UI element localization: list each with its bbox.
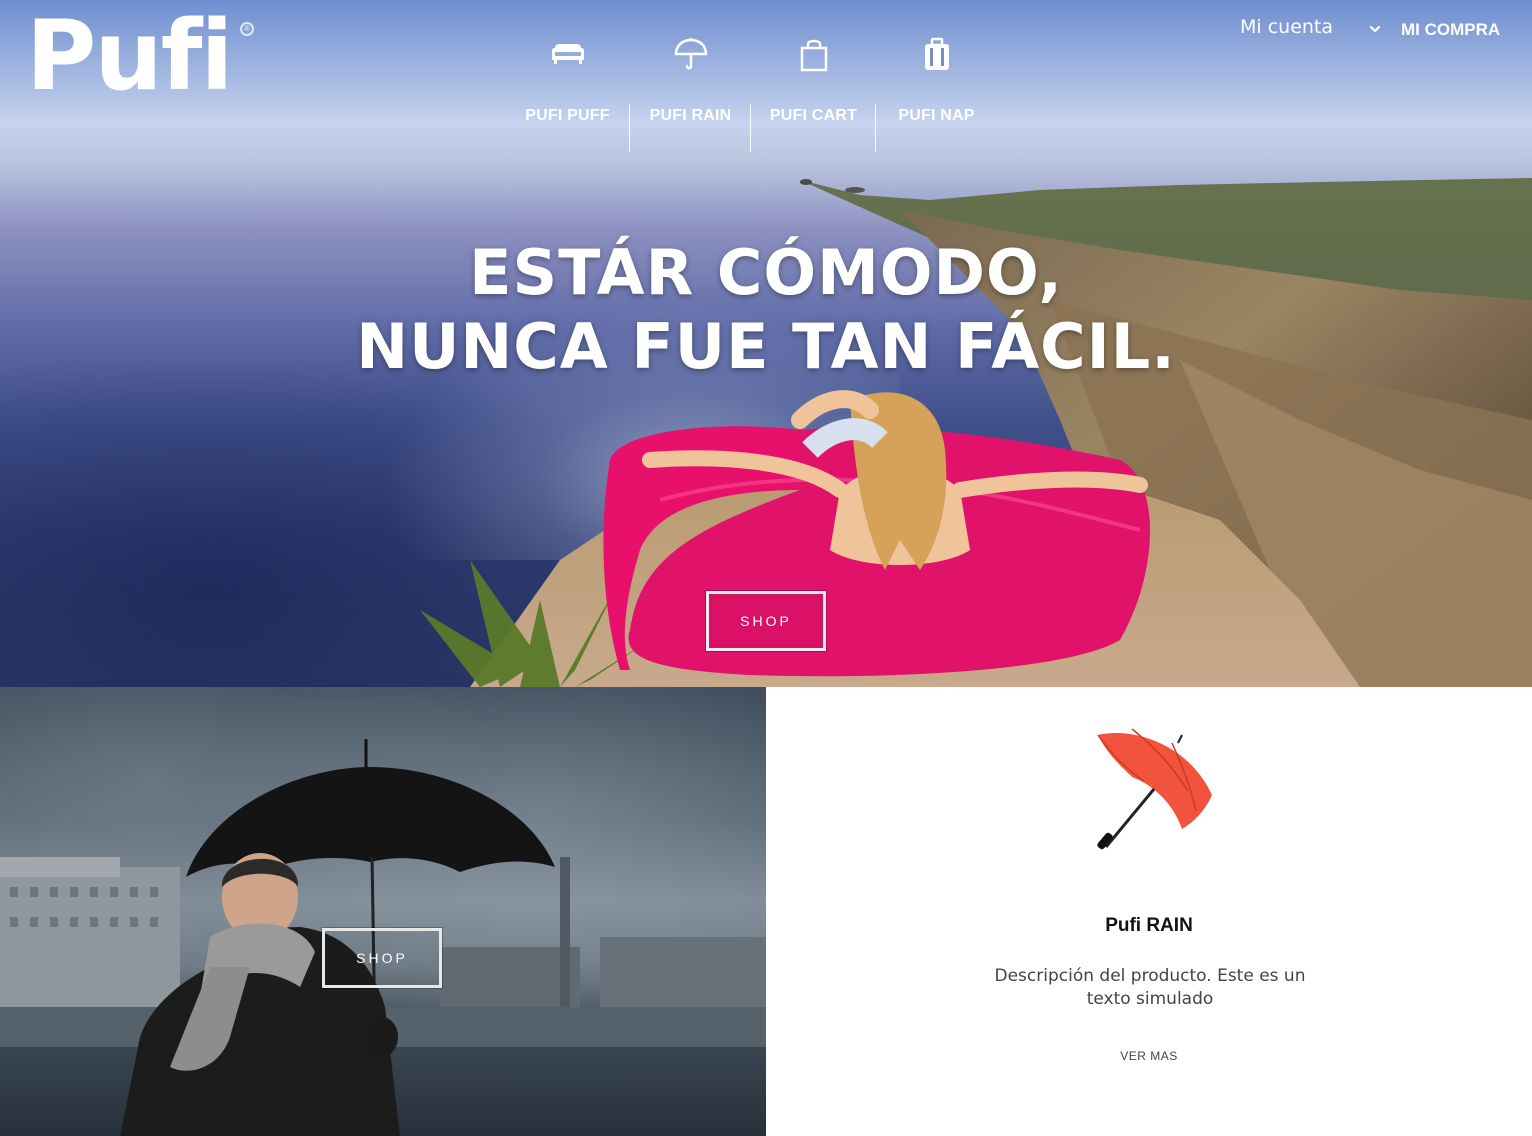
umbrella-product-image <box>1097 728 1212 850</box>
account-menu[interactable]: Mi cuenta <box>1240 16 1381 38</box>
hero-headline: ESTÁR CÓMODO, NUNCA FUE TAN FÁCIL. <box>0 236 1532 384</box>
product-nav: PUFI PUFF PUFI RAIN PUFI CART PUFI NAP <box>506 30 998 154</box>
umbrella-icon <box>674 38 707 70</box>
see-more-link[interactable]: VER MAS <box>766 1049 1532 1063</box>
rain-promo-banner: SHOP <box>0 687 766 1136</box>
nav-item-label: PUFI RAIN <box>649 107 732 124</box>
nav-divider <box>750 104 751 152</box>
logo-wordmark: Pufi <box>26 0 233 112</box>
hero-banner: Pufi ® PUFI PUFF PUFI RAIN PUFI CART PUF… <box>0 0 1532 687</box>
luggage-icon <box>924 37 949 70</box>
product-description: Descripción del producto. Este es un tex… <box>994 966 1306 1009</box>
nav-divider <box>875 104 876 152</box>
nav-item-label: PUFI NAP <box>898 107 975 124</box>
promo-shop-button[interactable]: SHOP <box>321 927 443 989</box>
product-card: Pufi RAIN Descripción del producto. Este… <box>766 687 1532 1136</box>
hero-headline-line-1: ESTÁR CÓMODO, <box>469 236 1063 309</box>
registered-mark-icon: ® <box>240 22 254 36</box>
inflatable-sofa-illustration <box>603 390 1150 677</box>
account-label: Mi cuenta <box>1240 16 1334 38</box>
shopping-bag-icon <box>800 39 827 72</box>
nav-item-pufi-nap[interactable]: PUFI NAP <box>875 30 998 154</box>
cart-link[interactable]: MI COMPRA <box>1401 20 1500 40</box>
product-name: Pufi RAIN <box>1105 915 1193 936</box>
nav-item-label: PUFI PUFF <box>525 107 610 124</box>
nav-item-label: PUFI CART <box>769 107 858 124</box>
nav-item-pufi-cart[interactable]: PUFI CART <box>752 30 875 154</box>
hero-headline-line-2: NUNCA FUE TAN FÁCIL. <box>356 310 1176 383</box>
pufi-logo[interactable]: Pufi ® <box>26 8 262 114</box>
nav-divider <box>629 104 630 152</box>
hero-shop-button[interactable]: SHOP <box>705 590 827 652</box>
nav-item-pufi-puff[interactable]: PUFI PUFF <box>506 30 629 154</box>
nav-item-pufi-rain[interactable]: PUFI RAIN <box>629 30 752 154</box>
sofa-icon <box>551 44 584 64</box>
chevron-down-icon <box>1369 25 1381 33</box>
